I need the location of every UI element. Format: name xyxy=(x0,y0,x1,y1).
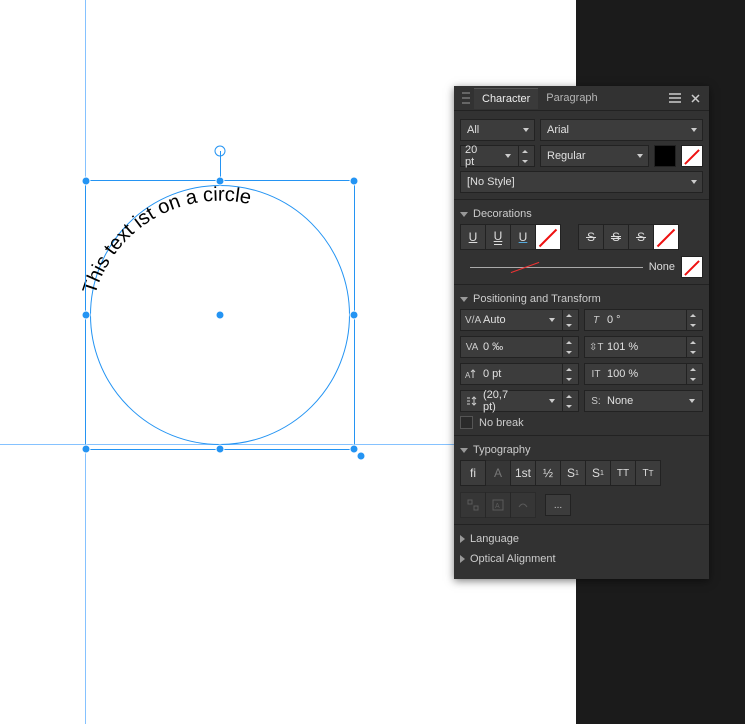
section-optical[interactable]: Optical Alignment xyxy=(460,553,703,565)
shear-field[interactable]: T0 ° xyxy=(584,309,703,331)
font-style-dropdown[interactable]: Regular xyxy=(540,145,649,167)
opentype-2-button[interactable]: A xyxy=(485,492,511,518)
ordinals-button[interactable]: 1st xyxy=(510,460,536,486)
no-break-checkbox[interactable] xyxy=(460,416,473,429)
tab-character[interactable]: Character xyxy=(474,88,538,109)
leading-field[interactable]: (20,7 pt) xyxy=(460,390,579,412)
handle-center[interactable] xyxy=(216,311,225,320)
panel-menu-icon[interactable] xyxy=(668,91,682,105)
text-fill-swatch[interactable] xyxy=(654,145,676,167)
ligatures-button[interactable]: fi xyxy=(460,460,486,486)
text-stroke-swatch[interactable] xyxy=(681,145,703,167)
handle-extra[interactable] xyxy=(357,452,366,461)
selection-box[interactable] xyxy=(85,180,355,450)
strike-alt-button[interactable]: S xyxy=(628,224,654,250)
section-decorations[interactable]: Decorations xyxy=(460,208,703,220)
kerning-field[interactable]: V/AAuto xyxy=(460,309,579,331)
tab-paragraph[interactable]: Paragraph xyxy=(538,88,605,108)
panel-close-icon[interactable] xyxy=(688,91,702,105)
section-language[interactable]: Language xyxy=(460,533,703,545)
handle-bm[interactable] xyxy=(216,445,225,454)
vscale-field[interactable]: IT100 % xyxy=(584,363,703,385)
font-size-field[interactable]: 20 pt xyxy=(460,145,535,167)
baseline-field[interactable]: A0 pt xyxy=(460,363,579,385)
svg-text:A: A xyxy=(495,503,500,510)
font-collection-dropdown[interactable]: All xyxy=(460,119,535,141)
opentype-3-button[interactable] xyxy=(510,492,536,518)
strike-none-swatch[interactable] xyxy=(653,224,679,250)
svg-text:A: A xyxy=(465,371,471,380)
more-typography-button[interactable]: ... xyxy=(545,494,571,516)
tracking-field[interactable]: VA0 ‰ xyxy=(460,336,579,358)
handle-ml[interactable] xyxy=(82,311,91,320)
handle-bl[interactable] xyxy=(82,445,91,454)
handle-tr[interactable] xyxy=(350,177,359,186)
handle-mr[interactable] xyxy=(350,311,359,320)
decoration-color-swatch[interactable] xyxy=(681,256,703,278)
section-positioning[interactable]: Positioning and Transform xyxy=(460,293,703,305)
strike-button[interactable]: S xyxy=(578,224,604,250)
char-style-dropdown[interactable]: [No Style] xyxy=(460,171,703,193)
superscript-button[interactable]: S1 xyxy=(560,460,586,486)
stylistic-alt-button[interactable]: A xyxy=(485,460,511,486)
allcaps-button[interactable]: TT xyxy=(610,460,636,486)
panel-header[interactable]: Character Paragraph xyxy=(454,86,709,111)
hscale-field[interactable]: ⇳T101 % xyxy=(584,336,703,358)
double-underline-button[interactable]: U xyxy=(485,224,511,250)
no-break-label: No break xyxy=(479,417,524,429)
underline-color-button[interactable]: U xyxy=(510,224,536,250)
decoration-preview xyxy=(470,260,643,274)
subscript-button[interactable]: S1 xyxy=(585,460,611,486)
underline-button[interactable]: U xyxy=(460,224,486,250)
panel-body: All Arial 20 pt Regular [No Style] Decor… xyxy=(454,111,709,579)
section-typography[interactable]: Typography xyxy=(460,444,703,456)
underline-none-swatch[interactable] xyxy=(535,224,561,250)
opentype-1-button[interactable] xyxy=(460,492,486,518)
leading-override-field[interactable]: S:None xyxy=(584,390,703,412)
smallcaps-button[interactable]: TT xyxy=(635,460,661,486)
handle-tm[interactable] xyxy=(216,177,225,186)
fractions-button[interactable]: ½ xyxy=(535,460,561,486)
double-strike-button[interactable]: S xyxy=(603,224,629,250)
character-panel: Character Paragraph All Arial 20 pt Regu… xyxy=(454,86,709,579)
handle-tl[interactable] xyxy=(82,177,91,186)
font-family-dropdown[interactable]: Arial xyxy=(540,119,703,141)
panel-grip-icon[interactable] xyxy=(462,92,470,104)
decoration-style-label: None xyxy=(649,261,675,273)
